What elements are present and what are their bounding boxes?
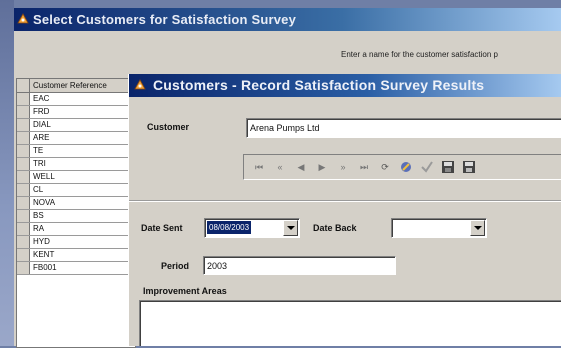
list-header: Customer Reference — [17, 79, 135, 93]
table-row[interactable]: HYD — [17, 236, 135, 249]
record-survey-titlebar[interactable]: Customers - Record Satisfaction Survey R… — [129, 74, 561, 97]
app-icon — [17, 13, 29, 24]
row-indicator[interactable] — [17, 262, 30, 274]
column-header-customer-reference[interactable]: Customer Reference — [30, 79, 107, 92]
next-page-icon[interactable]: » — [334, 158, 352, 176]
record-survey-results-window: Customers - Record Satisfaction Survey R… — [128, 74, 561, 346]
period-label: Period — [161, 261, 190, 271]
table-row[interactable]: RA — [17, 223, 135, 236]
table-row[interactable]: FB001 — [17, 262, 135, 275]
row-indicator-header — [17, 79, 30, 92]
chevron-down-icon — [286, 226, 295, 230]
section-separator — [129, 200, 561, 202]
row-indicator[interactable] — [17, 145, 30, 157]
first-record-icon[interactable]: ⏮ — [250, 158, 268, 176]
table-row[interactable]: DIAL — [17, 119, 135, 132]
customer-reference-cell: BS — [33, 211, 44, 220]
select-customers-titlebar[interactable]: Select Customers for Satisfaction Survey — [14, 8, 561, 31]
date-back-dropdown[interactable] — [391, 218, 487, 238]
row-indicator[interactable] — [17, 223, 30, 235]
record-navigator: ⏮ « ◀ ▶ » ⏭ ⟳ — [243, 154, 561, 180]
customer-reference-cell: NOVA — [33, 198, 56, 207]
customer-reference-cell: WELL — [33, 172, 55, 181]
prior-record-icon[interactable]: ◀ — [292, 158, 310, 176]
date-sent-dropdown-button[interactable] — [283, 220, 298, 236]
table-row[interactable]: BS — [17, 210, 135, 223]
row-indicator[interactable] — [17, 106, 30, 118]
customer-reference-cell: CL — [33, 185, 44, 194]
improvement-areas-textarea[interactable] — [139, 300, 561, 346]
period-field[interactable]: 2003 — [203, 256, 396, 275]
date-back-value — [394, 221, 398, 234]
row-indicator[interactable] — [17, 249, 30, 261]
edit-record-icon[interactable] — [397, 158, 415, 176]
table-row[interactable]: FRD — [17, 106, 135, 119]
last-record-icon[interactable]: ⏭ — [355, 158, 373, 176]
customer-reference-cell: FRD — [33, 107, 50, 116]
customer-reference-cell: ARE — [33, 133, 50, 142]
customer-label: Customer — [147, 122, 190, 132]
row-indicator[interactable] — [17, 119, 30, 131]
table-row[interactable]: ARE — [17, 132, 135, 145]
post-record-icon[interactable] — [418, 158, 436, 176]
customer-reference-cell: KENT — [33, 250, 55, 259]
date-back-label: Date Back — [313, 223, 357, 233]
prior-page-icon[interactable]: « — [271, 158, 289, 176]
customer-reference-cell: HYD — [33, 237, 50, 246]
table-row[interactable]: TRI — [17, 158, 135, 171]
row-indicator[interactable] — [17, 236, 30, 248]
customer-list-grid[interactable]: Customer Reference EAC FRD DIAL ARE TE TRI WEL… — [16, 78, 136, 348]
row-indicator[interactable] — [17, 171, 30, 183]
row-indicator[interactable] — [17, 210, 30, 222]
customer-reference-cell: DIAL — [33, 120, 51, 129]
customer-reference-cell: EAC — [33, 94, 50, 103]
chevron-down-icon — [473, 226, 482, 230]
customer-field[interactable]: Arena Pumps Ltd — [246, 118, 561, 138]
window-title: Select Customers for Satisfaction Survey — [33, 12, 297, 27]
customer-reference-cell: FB001 — [33, 263, 57, 272]
customer-reference-cell: TE — [33, 146, 44, 155]
next-record-icon[interactable]: ▶ — [313, 158, 331, 176]
app-icon — [134, 79, 146, 90]
row-indicator[interactable] — [17, 197, 30, 209]
table-row[interactable]: NOVA — [17, 197, 135, 210]
table-row[interactable]: CL — [17, 184, 135, 197]
date-sent-dropdown[interactable]: 08/08/2003 — [204, 218, 300, 238]
instruction-text: Enter a name for the customer satisfacti… — [341, 50, 498, 59]
table-row[interactable]: TE — [17, 145, 135, 158]
table-row[interactable]: EAC — [17, 93, 135, 106]
date-sent-value: 08/08/2003 — [207, 221, 252, 234]
date-back-dropdown-button[interactable] — [470, 220, 485, 236]
save-icon[interactable] — [439, 158, 457, 176]
customer-reference-cell: RA — [33, 224, 45, 233]
refresh-icon[interactable]: ⟳ — [376, 158, 394, 176]
desktop-background — [0, 0, 14, 346]
row-indicator[interactable] — [17, 93, 30, 105]
table-row[interactable]: KENT — [17, 249, 135, 262]
date-sent-label: Date Sent — [141, 223, 183, 233]
row-indicator[interactable] — [17, 158, 30, 170]
save-as-icon[interactable] — [460, 158, 478, 176]
table-row[interactable]: WELL — [17, 171, 135, 184]
window-title: Customers - Record Satisfaction Survey R… — [153, 77, 485, 93]
row-indicator[interactable] — [17, 184, 30, 196]
row-indicator[interactable] — [17, 132, 30, 144]
customer-reference-cell: TRI — [33, 159, 46, 168]
improvement-areas-label: Improvement Areas — [143, 286, 227, 296]
